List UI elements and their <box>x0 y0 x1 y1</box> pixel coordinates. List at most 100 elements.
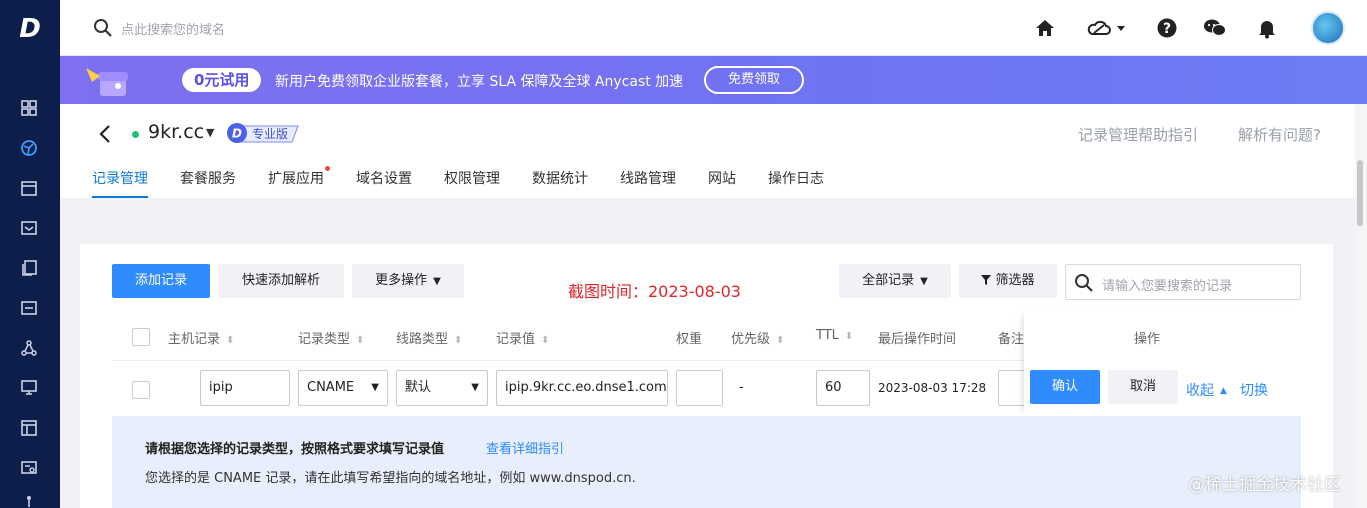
mail-icon[interactable] <box>19 218 39 238</box>
tab-extensions-label: 扩展应用 <box>268 171 324 187</box>
sort-icon: ⬍ <box>541 335 550 346</box>
filter-label: 筛选器 <box>995 273 1035 288</box>
more-operations-button[interactable]: 更多操作 ▼ <box>352 264 464 298</box>
record-help-link[interactable]: 记录管理帮助指引 <box>1078 124 1198 145</box>
confirm-button[interactable]: 确认 <box>1030 370 1100 404</box>
cloud-menu-icon[interactable] <box>1086 16 1130 40</box>
sort-icon: ⬍ <box>356 335 365 346</box>
all-records-label: 全部记录 <box>862 273 915 288</box>
domain-switch-caret-icon[interactable]: ▼ <box>206 126 214 139</box>
svg-text:?: ? <box>1163 21 1171 37</box>
column-priority-label: 优先级 <box>731 332 771 347</box>
search-icon <box>1075 274 1093 292</box>
screenshot-time-annotation: 截图时间：2023-08-03 <box>568 282 741 301</box>
tab-website[interactable]: 网站 <box>708 168 736 198</box>
switch-link[interactable]: 切换 <box>1240 380 1268 400</box>
tab-statistics[interactable]: 数据统计 <box>532 168 588 198</box>
records-card: 添加记录 快速添加解析 更多操作 ▼ 截图时间：2023-08-03 全部记录 ▼ … <box>80 244 1333 508</box>
quick-add-button[interactable]: 快速添加解析 <box>218 264 344 298</box>
column-remark-label: 备注 <box>998 332 1025 347</box>
detailed-guide-link[interactable]: 查看详细指引 <box>486 438 564 457</box>
column-line-label: 线路类型 <box>396 332 449 347</box>
column-header-ops: 操作 <box>1134 332 1161 347</box>
record-search-input[interactable]: 请输入您要搜索的记录 <box>1065 264 1301 300</box>
network-icon[interactable] <box>19 338 39 358</box>
chevron-down-icon: ▼ <box>471 382 479 393</box>
claim-free-button[interactable]: 免费领取 <box>704 66 804 94</box>
ttl-input[interactable]: 60 <box>816 370 870 406</box>
column-header-ttl[interactable]: TTL ⬍ <box>816 328 853 343</box>
collapse-label: 收起 <box>1186 383 1214 399</box>
column-header-priority[interactable]: 优先级 ⬍ <box>731 328 784 347</box>
tab-domain-settings[interactable]: 域名设置 <box>356 168 412 198</box>
record-type-select[interactable]: CNAME ▼ <box>298 370 388 406</box>
copy-icon[interactable] <box>19 258 39 278</box>
plan-label: 专业版 <box>252 127 289 141</box>
column-header-value[interactable]: 记录值 ⬍ <box>496 328 549 347</box>
tab-operation-log[interactable]: 操作日志 <box>768 168 824 198</box>
tab-extensions[interactable]: 扩展应用 <box>268 166 330 198</box>
page-scrollbar-thumb[interactable] <box>1357 160 1363 226</box>
pro-plan-badge: D 专业版 <box>226 122 300 144</box>
domain-status-dot <box>132 131 139 138</box>
chevron-down-icon: ▼ <box>371 382 379 393</box>
chevron-down-icon: ▼ <box>920 276 928 287</box>
share-icon[interactable] <box>19 492 39 508</box>
all-records-dropdown[interactable]: 全部记录 ▼ <box>839 264 951 298</box>
domain-name[interactable]: 9kr.cc <box>148 121 204 143</box>
notification-bell-icon[interactable] <box>1255 16 1279 40</box>
filter-button[interactable]: 筛选器 <box>959 264 1057 298</box>
sort-icon: ⬍ <box>454 335 463 346</box>
column-header-host[interactable]: 主机记录 ⬍ <box>168 328 234 347</box>
column-header-line[interactable]: 线路类型 ⬍ <box>396 328 462 347</box>
weight-input[interactable] <box>676 370 723 406</box>
certificate-icon[interactable] <box>19 458 39 478</box>
tip-title: 请根据您选择的记录类型，按照格式要求填写记录值 <box>145 442 445 457</box>
layout-icon[interactable] <box>19 418 39 438</box>
back-arrow-icon[interactable] <box>98 124 112 144</box>
tab-line-management[interactable]: 线路管理 <box>620 168 676 198</box>
wechat-icon[interactable] <box>1203 16 1227 40</box>
banner-text: 新用户免费领取企业版套餐，立享 SLA 保障及全球 Anycast 加速 <box>275 74 684 90</box>
cancel-button[interactable]: 取消 <box>1108 370 1178 404</box>
svg-text:D: D <box>232 127 242 141</box>
resolve-problem-link[interactable]: 解析有问题? <box>1238 124 1321 145</box>
user-avatar[interactable] <box>1311 11 1345 45</box>
column-last-op-label: 最后操作时间 <box>878 332 957 347</box>
monitor-icon[interactable] <box>19 378 39 398</box>
dnspod-logo[interactable]: D <box>14 14 46 44</box>
priority-value: - <box>739 380 744 395</box>
select-all-checkbox[interactable] <box>132 328 150 346</box>
promo-banner: 0元试用 新用户免费领取企业版套餐，立享 SLA 保障及全球 Anycast 加… <box>60 56 1367 104</box>
domain-search-input[interactable]: 点此搜索您的域名 <box>121 19 225 38</box>
record-search-placeholder: 请输入您要搜索的记录 <box>1102 279 1233 294</box>
sort-icon: ⬍ <box>226 335 235 346</box>
record-value-input[interactable]: ipip.9kr.cc.eo.dnse1.com <box>496 370 668 406</box>
tab-plan-service[interactable]: 套餐服务 <box>180 168 236 198</box>
collapse-link[interactable]: 收起 ▲ <box>1186 380 1227 400</box>
more-operations-label: 更多操作 <box>375 273 428 288</box>
line-type-select[interactable]: 默认 ▼ <box>396 370 488 406</box>
calendar-icon[interactable] <box>19 178 39 198</box>
column-type-label: 记录类型 <box>298 332 351 347</box>
row-checkbox[interactable] <box>132 381 150 399</box>
column-header-weight: 权重 <box>676 328 702 347</box>
list-icon[interactable] <box>19 298 39 318</box>
host-input[interactable]: ipip <box>200 370 290 406</box>
column-ttl-label: TTL <box>816 328 839 343</box>
column-weight-label: 权重 <box>676 332 703 347</box>
left-sidebar: D <box>0 0 60 508</box>
column-header-remark: 备注 <box>998 328 1024 347</box>
column-header-type[interactable]: 记录类型 ⬍ <box>298 328 364 347</box>
home-icon[interactable] <box>1033 16 1057 40</box>
help-icon[interactable]: ? <box>1155 16 1179 40</box>
filter-funnel-icon <box>981 275 992 285</box>
tab-permissions[interactable]: 权限管理 <box>444 168 500 198</box>
tab-record-management[interactable]: 记录管理 <box>92 168 148 198</box>
search-icon[interactable] <box>93 18 113 38</box>
domain-header: 9kr.cc ▼ D 专业版 记录管理帮助指引 解析有问题? 记录管理 套餐服务… <box>60 104 1355 198</box>
add-record-button[interactable]: 添加记录 <box>112 264 210 298</box>
top-bar: 点此搜索您的域名 ? <box>60 0 1367 56</box>
dashboard-icon[interactable] <box>19 98 39 118</box>
dns-globe-icon[interactable] <box>19 138 39 158</box>
